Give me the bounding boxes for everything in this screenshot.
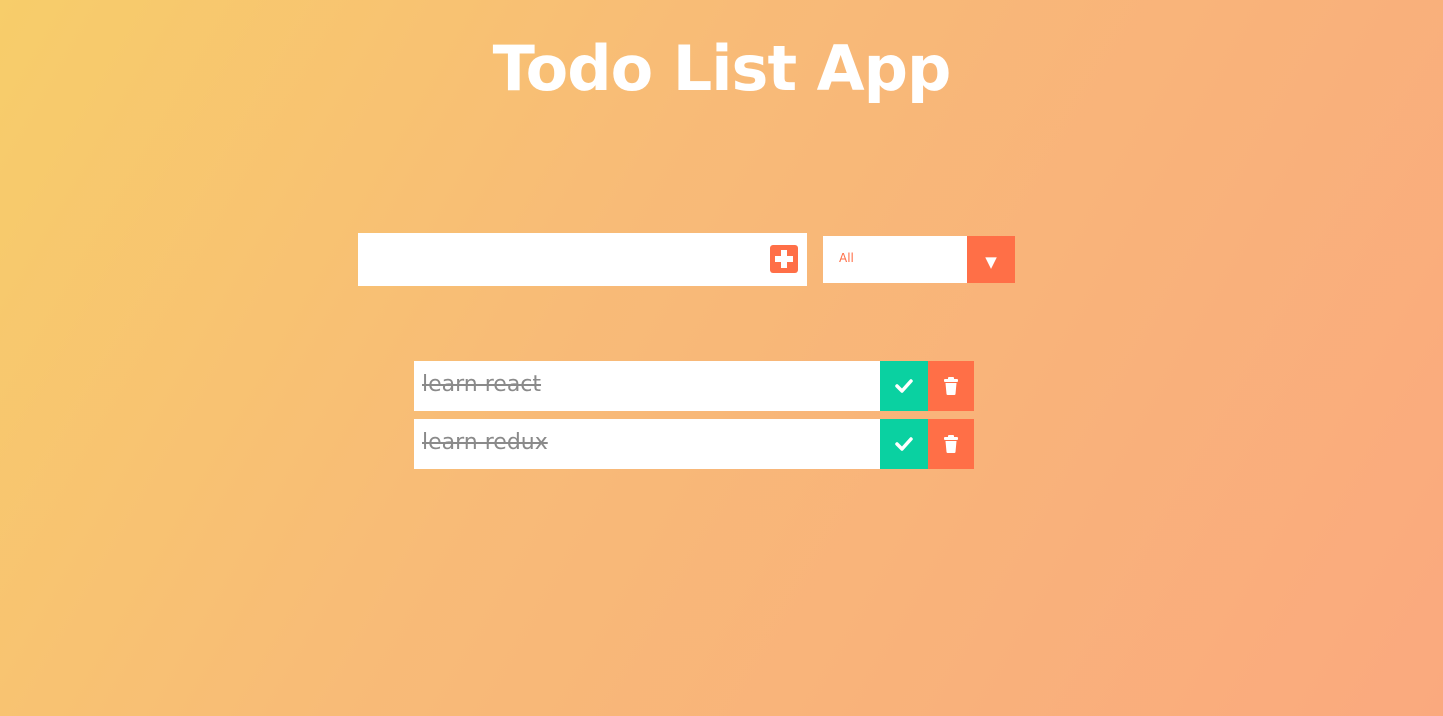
todo-list: learn react learn redux — [414, 361, 974, 477]
todo-input[interactable] — [358, 233, 758, 286]
trash-icon — [944, 435, 958, 453]
add-todo-button[interactable] — [770, 245, 798, 273]
page-title: Todo List App — [492, 32, 952, 105]
todo-text: learn react — [422, 372, 542, 397]
check-icon — [895, 379, 913, 393]
check-icon — [895, 437, 913, 451]
todo-text: learn redux — [422, 430, 548, 455]
todo-item: learn redux — [414, 419, 974, 469]
delete-button[interactable] — [928, 419, 974, 469]
add-todo-form — [358, 233, 807, 286]
todo-item: learn react — [414, 361, 974, 411]
caret-down-icon: ▼ — [967, 236, 1015, 283]
delete-button[interactable] — [928, 361, 974, 411]
complete-button[interactable] — [880, 419, 928, 469]
filter-select[interactable]: All ▼ — [823, 236, 1015, 283]
trash-icon — [944, 377, 958, 395]
complete-button[interactable] — [880, 361, 928, 411]
filter-selected-value: All — [839, 251, 854, 265]
